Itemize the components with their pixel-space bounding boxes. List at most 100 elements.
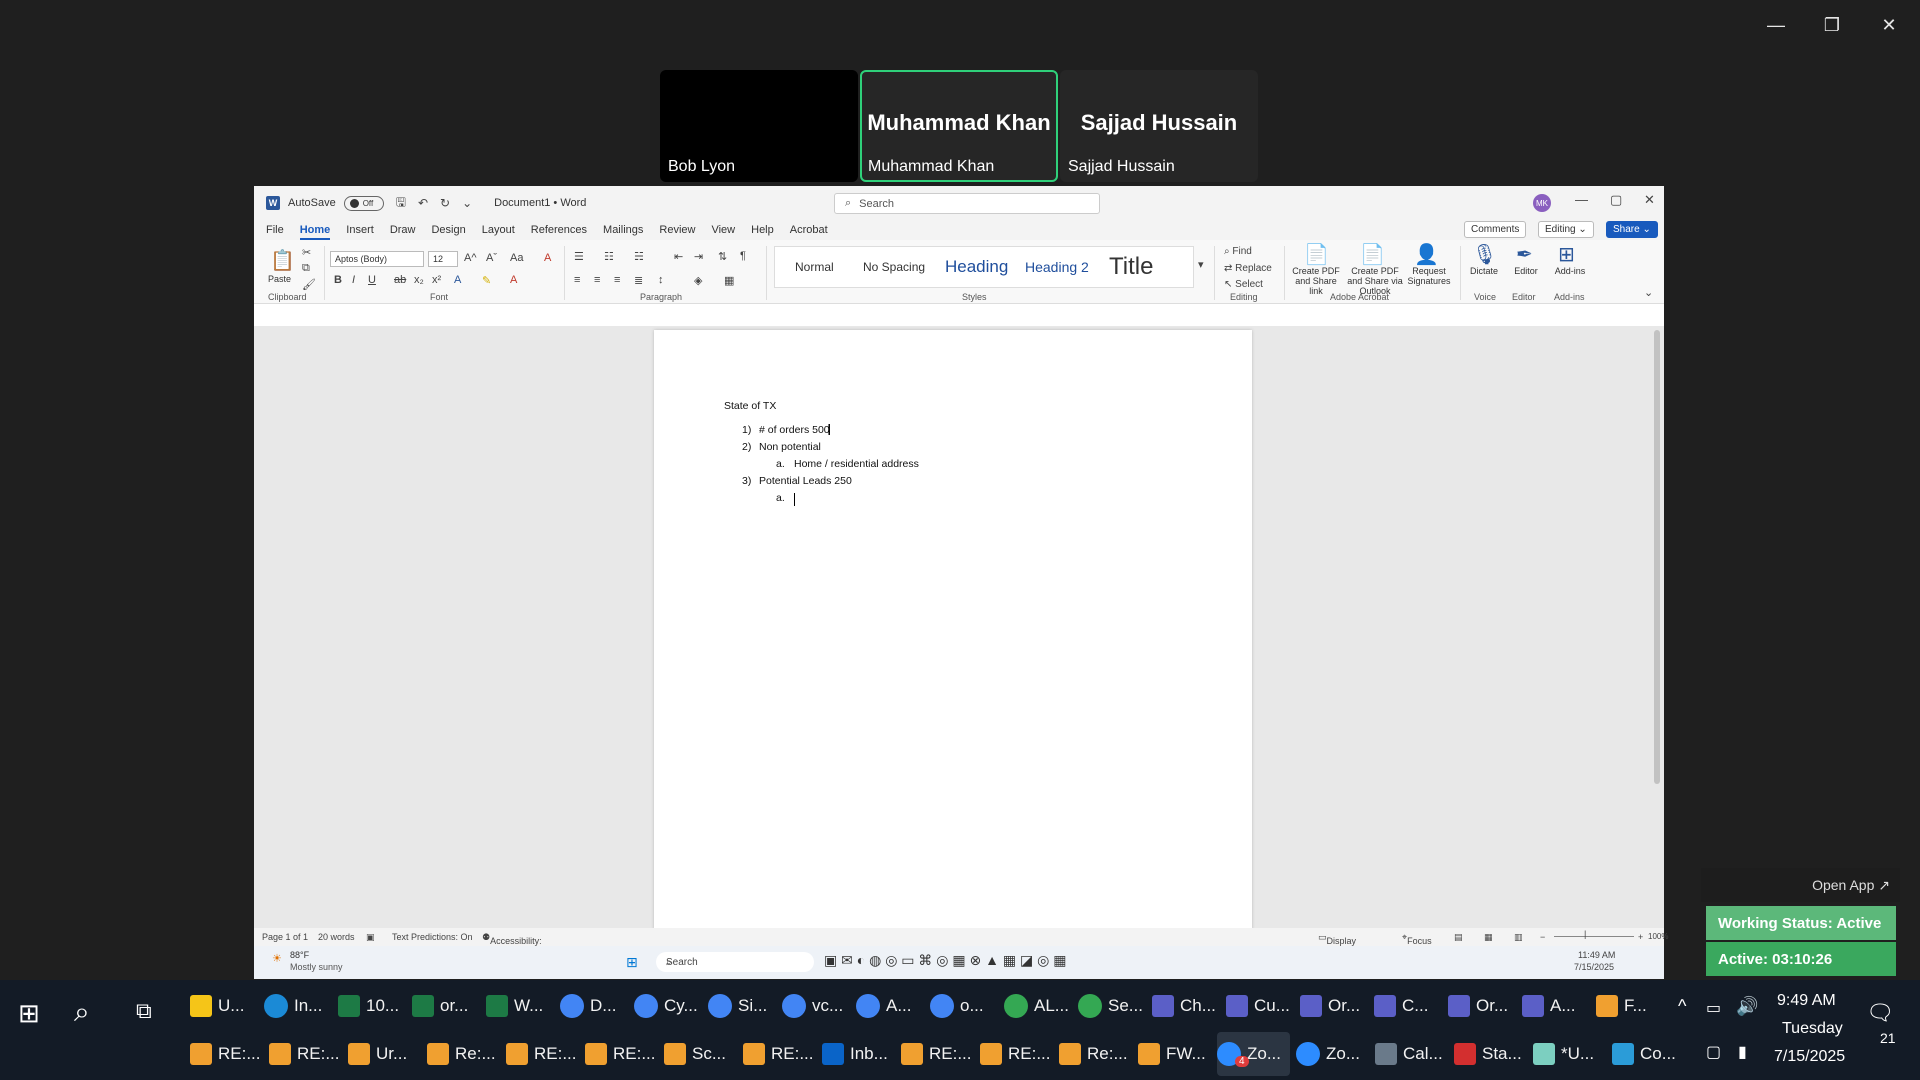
word-count[interactable]: 20 words [318, 932, 355, 942]
line-spacing-icon[interactable]: ↕ [658, 274, 664, 286]
taskbar-app-button[interactable]: Sta... [1454, 1032, 1527, 1076]
addins-button[interactable]: Add-ins [1550, 266, 1590, 276]
windows-start-icon[interactable]: ⊞ [18, 998, 40, 1029]
vertical-scrollbar[interactable] [1654, 330, 1660, 784]
style-title[interactable]: Title [1109, 247, 1153, 287]
font-name-select[interactable]: Aptos (Body) [330, 251, 424, 267]
open-app-button[interactable]: Open App ↗ [1701, 868, 1900, 902]
collapse-ribbon-icon[interactable]: ⌄ [1644, 286, 1653, 299]
find-button[interactable]: ⌕ Find [1224, 246, 1252, 257]
clock-date[interactable]: 7/15/2025 [1774, 1048, 1845, 1066]
tab-layout[interactable]: Layout [482, 224, 515, 236]
numbering-icon[interactable]: ☷ [604, 250, 614, 263]
web-layout-icon[interactable]: ▥ [1514, 932, 1523, 943]
taskbar-app-button[interactable]: Ur... [348, 1032, 421, 1076]
microphone-icon[interactable]: ▮ [1738, 1042, 1747, 1062]
participant-tile-muhammad[interactable]: Muhammad Khan Muhammad Khan [860, 70, 1058, 182]
taskbar-app-button[interactable]: A... [856, 984, 924, 1028]
text-predictions-status[interactable]: Text Predictions: On [392, 932, 473, 942]
participant-tile-sajjad[interactable]: Sajjad Hussain Sajjad Hussain [1060, 70, 1258, 182]
read-mode-icon[interactable]: ▤ [1454, 932, 1463, 943]
zoom-in-icon[interactable]: + [1638, 932, 1643, 942]
style-heading[interactable]: Heading [945, 247, 1008, 287]
comments-button[interactable]: Comments [1464, 221, 1527, 238]
volume-icon[interactable]: 🔊 [1736, 996, 1758, 1017]
taskbar-app-button[interactable]: U... [190, 984, 258, 1028]
word-minimize-button[interactable]: — [1575, 192, 1588, 207]
bullets-icon[interactable]: ☰ [574, 250, 584, 263]
word-close-button[interactable]: ✕ [1644, 192, 1655, 208]
tab-acrobat[interactable]: Acrobat [790, 224, 828, 236]
taskbar-app-button[interactable]: Cy... [634, 984, 702, 1028]
taskbar-app-button[interactable]: Or... [1300, 984, 1368, 1028]
taskbar-app-button[interactable]: vc... [782, 984, 850, 1028]
taskbar-app-button[interactable]: Cu... [1226, 984, 1294, 1028]
taskbar-app-button[interactable]: AL... [1004, 984, 1072, 1028]
taskbar-app-button[interactable]: FW... [1138, 1032, 1211, 1076]
style-normal[interactable]: Normal [795, 247, 834, 287]
print-layout-icon[interactable]: ▦ [1484, 932, 1493, 943]
taskbar-app-button[interactable]: or... [412, 984, 480, 1028]
taskbar-app-button[interactable]: Si... [708, 984, 776, 1028]
underline-icon[interactable]: U [368, 274, 376, 286]
taskbar-app-button[interactable]: F... [1596, 984, 1664, 1028]
taskbar-app-button[interactable]: In... [264, 984, 332, 1028]
tab-references[interactable]: References [531, 224, 587, 236]
search-icon[interactable]: ⌕ [74, 996, 90, 1029]
style-no-spacing[interactable]: No Spacing [863, 247, 925, 287]
outer-restore-button[interactable]: ❐ [1812, 10, 1852, 40]
taskbar-app-button[interactable]: Or... [1448, 984, 1516, 1028]
editor-pen-icon[interactable]: ✒ [1516, 242, 1533, 267]
tab-design[interactable]: Design [431, 224, 465, 236]
page-count[interactable]: Page 1 of 1 [262, 932, 308, 942]
taskbar-app-button[interactable]: D... [560, 984, 628, 1028]
editor-button[interactable]: Editor [1508, 266, 1544, 276]
replace-button[interactable]: ⇄ Replace [1224, 263, 1272, 274]
avatar[interactable]: MK [1533, 194, 1551, 212]
justify-icon[interactable]: ≣ [634, 274, 643, 287]
copy-icon[interactable]: ⧉ [302, 262, 310, 275]
tab-draw[interactable]: Draw [390, 224, 416, 236]
taskbar-app-button[interactable]: Zo... 4 [1217, 1032, 1290, 1076]
styles-more-icon[interactable]: ▾ [1198, 258, 1204, 271]
taskbar-app-button[interactable]: A... [1522, 984, 1590, 1028]
microphone-icon[interactable]: 🎙 [1472, 242, 1497, 267]
font-color-icon[interactable]: A [510, 274, 517, 286]
select-button[interactable]: ↖ Select [1224, 279, 1263, 290]
zoom-out-icon[interactable]: − [1540, 932, 1545, 942]
tab-file[interactable]: File [266, 224, 284, 236]
create-pdf-outlook-icon[interactable]: 📄 [1360, 242, 1385, 267]
notification-center-icon[interactable]: 🗨 [1866, 1000, 1894, 1026]
editing-mode-button[interactable]: Editing ⌄ [1538, 221, 1594, 238]
format-painter-icon[interactable]: 🖌 [302, 278, 316, 291]
align-right-icon[interactable]: ≡ [614, 274, 620, 286]
strikethrough-icon[interactable]: ab [394, 274, 406, 286]
accessibility-status[interactable]: ⚉ Accessibility: Good to go [482, 932, 542, 956]
tab-mailings[interactable]: Mailings [603, 224, 643, 236]
participant-tile-bob[interactable]: Bob Lyon [660, 70, 858, 182]
taskbar-app-button[interactable]: *U... [1533, 1032, 1606, 1076]
taskbar-app-button[interactable]: Cal... [1375, 1032, 1448, 1076]
font-size-select[interactable]: 12 [428, 251, 458, 267]
taskbar-app-button[interactable]: W... [486, 984, 554, 1028]
redo-icon[interactable]: ↻ [440, 196, 450, 210]
save-icon[interactable]: 🖫 [396, 193, 406, 214]
tab-review[interactable]: Review [659, 224, 695, 236]
grow-font-icon[interactable]: A^ [464, 252, 477, 264]
document-page[interactable]: State of TX 1) # of orders 500 2) Non po… [654, 330, 1252, 928]
paste-icon[interactable]: 📋 [270, 248, 295, 273]
zoom-slider-thumb[interactable]: | [1584, 929, 1586, 939]
taskbar-app-button[interactable]: Re:... [427, 1032, 500, 1076]
request-signatures-icon[interactable]: 👤 [1414, 242, 1439, 267]
taskbar-app-button[interactable]: Sc... [664, 1032, 737, 1076]
multilevel-list-icon[interactable]: ☵ [634, 250, 644, 263]
taskbar-app-button[interactable]: Co... [1612, 1032, 1685, 1076]
taskbar-app-button[interactable]: Ch... [1152, 984, 1220, 1028]
cut-icon[interactable]: ✂ [302, 246, 311, 259]
zoom-slider[interactable] [1554, 936, 1634, 937]
taskbar-app-button[interactable]: RE:... [980, 1032, 1053, 1076]
taskbar-app-button[interactable]: RE:... [743, 1032, 816, 1076]
battery-icon[interactable]: ▭ [1706, 998, 1721, 1018]
autosave-toggle[interactable]: Off [343, 195, 384, 211]
focus-button[interactable]: ⌖ Focus [1402, 932, 1432, 946]
